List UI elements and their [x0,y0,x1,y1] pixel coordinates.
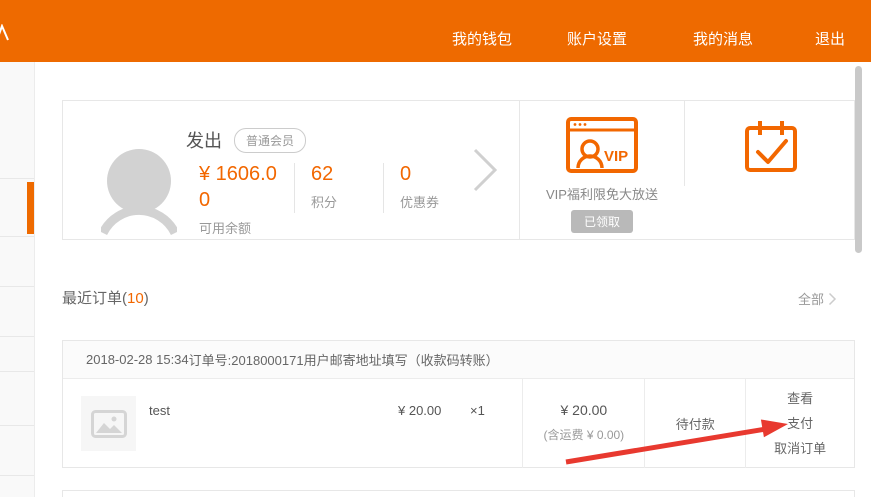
order-card: 2018-02-28 15:34 订单号:2018000171 用户邮寄地址填写… [62,340,855,468]
vip-promo-title: VIP福利限免大放送 [520,184,684,203]
coupons-label: 优惠券 [400,192,464,211]
nav-logout[interactable]: 退出 [815,28,845,49]
order-description: 用户邮寄地址填写（收款码转账） [304,350,499,369]
view-all-label: 全部 [798,289,824,308]
chevron-right-icon[interactable] [471,147,499,198]
recent-orders-label-suffix: ) [144,290,149,307]
coupons-value: 0 [400,161,464,187]
member-level-badge: 普通会员 [234,128,306,153]
order-number: 订单号:2018000171 [189,350,304,369]
svg-text:VIP: VIP [604,148,628,165]
nav-my-messages[interactable]: 我的消息 [693,28,753,49]
product-name: test [149,403,170,418]
view-order-link[interactable]: 查看 [787,386,813,411]
image-placeholder-icon [91,410,127,438]
scrollbar[interactable] [855,66,862,253]
logo-fragment-icon [0,24,10,47]
product-cell: test ¥ 20.00 ×1 [63,379,523,468]
pay-order-link[interactable]: 支付 [787,411,813,436]
vip-browser-icon: VIP [520,117,684,180]
sidebar-item[interactable] [0,62,34,179]
recent-orders-title: 最近订单(10) [62,287,149,308]
order-body: test ¥ 20.00 ×1 ¥ 20.00 (含运费 ¥ 0.00) 待付款… [63,379,854,468]
product-thumbnail[interactable] [81,396,136,451]
total-cell: ¥ 20.00 (含运费 ¥ 0.00) [523,379,645,468]
claimed-badge[interactable]: 已领取 [571,210,633,233]
order-total: ¥ 20.00 [523,402,644,418]
user-summary-card: 发出 普通会员 ¥ 1606.00 可用余额 62 积分 0 优惠券 [62,100,855,240]
calendar-check-icon[interactable] [745,118,797,239]
sidebar-item[interactable] [0,372,34,426]
sidebar [0,62,35,497]
balance-label: 可用余额 [199,218,286,237]
sidebar-item[interactable] [0,237,34,287]
chevron-right-icon [828,292,837,306]
signin-section [685,101,856,239]
sidebar-item-active[interactable] [0,179,34,237]
actions-cell: 查看 支付 取消订单 [746,379,854,468]
top-header: 我的钱包 账户设置 我的消息 退出 [0,0,871,62]
points-value: 62 [311,161,375,187]
orders-count: 10 [127,290,144,307]
user-center-page: 我的钱包 账户设置 我的消息 退出 发出 普通会员 ¥ 1606.00 [0,0,871,497]
balance-value: ¥ 1606.00 [199,161,285,213]
points-stat[interactable]: 62 积分 [295,161,383,211]
nav-my-wallet[interactable]: 我的钱包 [452,28,512,49]
sidebar-item[interactable] [0,426,34,476]
recent-orders-label: 最近订单( [62,290,127,307]
order-time: 2018-02-28 15:34 [86,352,189,367]
avatar [101,147,177,242]
order-card [62,490,855,497]
vip-promo-banner[interactable]: VIP VIP福利限免大放送 已领取 [520,101,684,239]
nav-account-settings[interactable]: 账户设置 [567,28,627,49]
order-header: 2018-02-28 15:34 订单号:2018000171 用户邮寄地址填写… [63,341,854,379]
view-all-orders-link[interactable]: 全部 [798,289,837,308]
active-item-indicator [27,182,34,234]
status-cell: 待付款 [645,379,746,468]
sidebar-item[interactable] [0,287,34,337]
order-status: 待付款 [676,414,715,433]
username: 发出 [186,127,222,153]
product-price: ¥ 20.00 [398,403,441,418]
points-label: 积分 [311,192,375,211]
sidebar-item[interactable] [0,337,34,372]
account-stats: ¥ 1606.00 可用余额 62 积分 0 优惠券 [199,161,472,237]
coupons-stat[interactable]: 0 优惠券 [384,161,472,211]
balance-stat[interactable]: ¥ 1606.00 可用余额 [199,161,294,237]
shipping-note: (含运费 ¥ 0.00) [523,426,644,443]
cancel-order-link[interactable]: 取消订单 [774,436,826,461]
user-identity: 发出 普通会员 [186,127,306,153]
product-quantity: ×1 [470,403,485,418]
